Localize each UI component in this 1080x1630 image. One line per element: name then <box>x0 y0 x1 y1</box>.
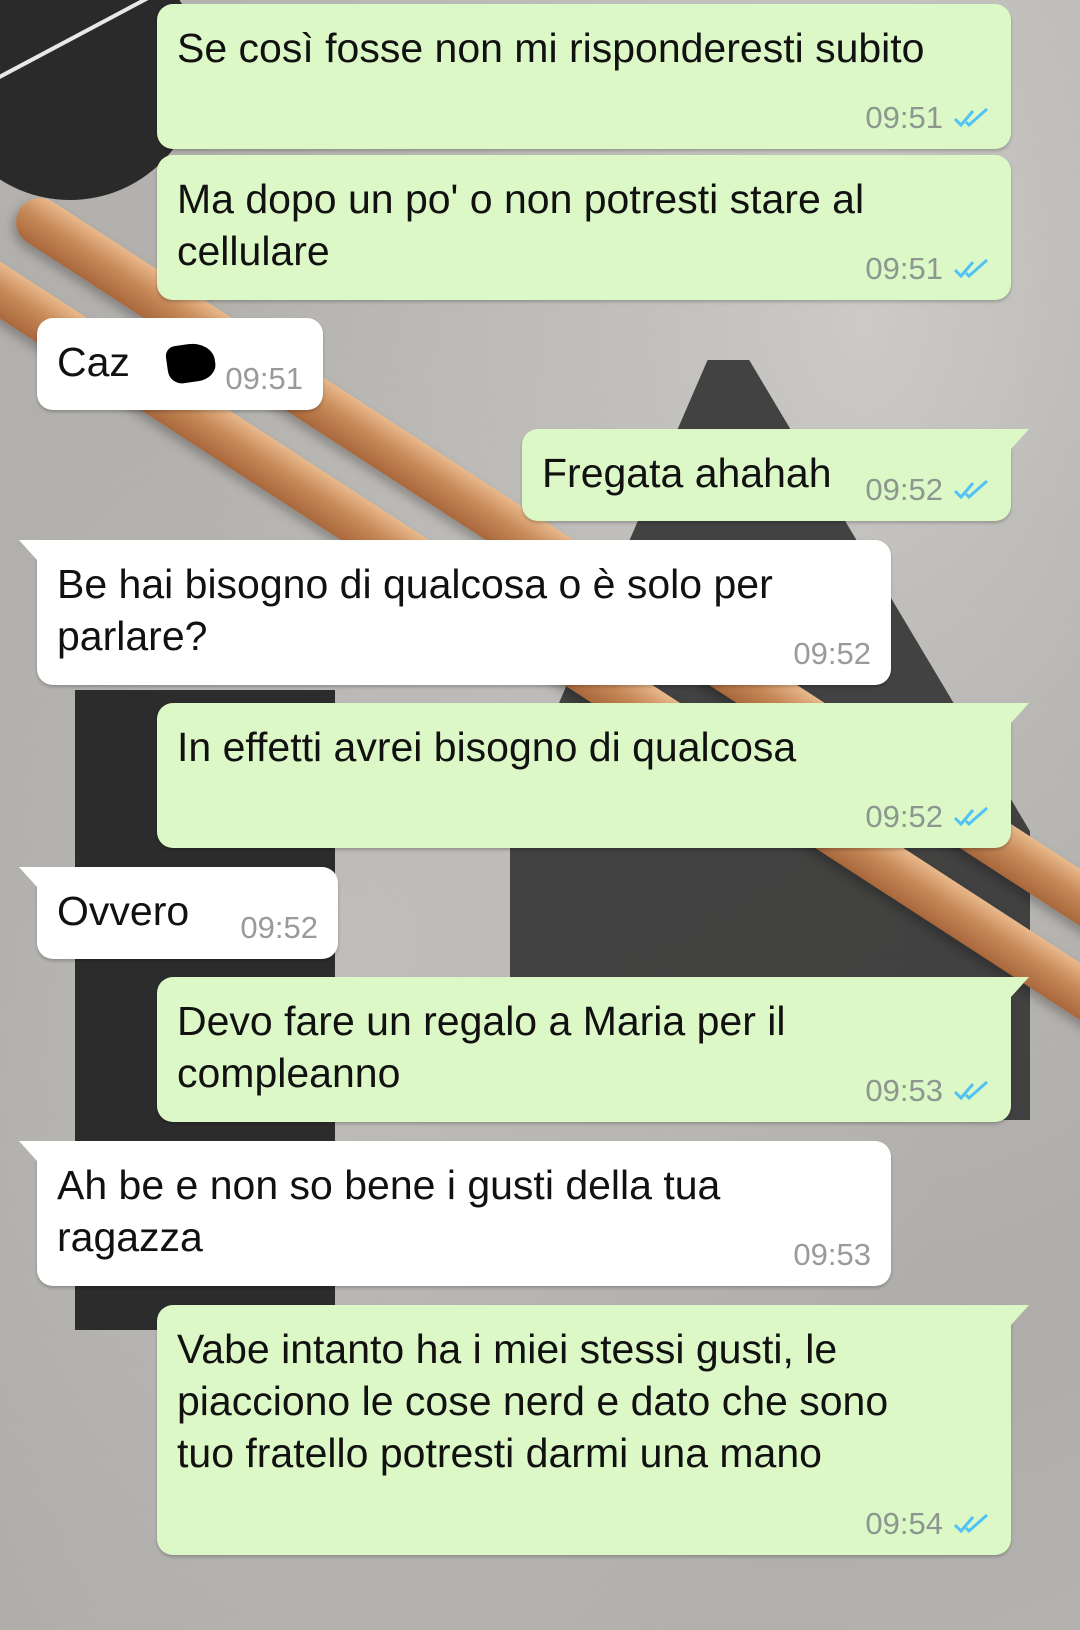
message-bubble-outgoing[interactable]: Se così fosse non mi risponderesti subit… <box>157 4 1011 149</box>
message-time: 09:51 <box>865 251 943 286</box>
message-text: Caz <box>57 339 130 385</box>
message-bubble-outgoing[interactable]: Vabe intanto ha i miei stessi gusti, le … <box>157 1305 1029 1555</box>
message-bubble-incoming[interactable]: Be hai bisogno di qualcosa o è solo per … <box>19 540 891 685</box>
message-meta: 09:52 <box>793 637 871 671</box>
message-text: Be hai bisogno di qualcosa o è solo per … <box>57 561 773 659</box>
message-bubble-outgoing[interactable]: Fregata ahahah 09:52 <box>522 429 1029 521</box>
message-text: Ovvero <box>57 888 190 934</box>
message-meta: 09:52 <box>865 473 991 507</box>
message-time: 09:52 <box>793 636 871 671</box>
message-time: 09:51 <box>865 100 943 135</box>
message-meta: 09:52 <box>865 800 991 834</box>
message-time: 09:53 <box>793 1237 871 1272</box>
read-receipt-icon <box>953 107 988 128</box>
chat-screen[interactable]: Se così fosse non mi risponderesti subit… <box>0 0 1080 1630</box>
read-receipt-icon <box>953 806 988 827</box>
message-text: Devo fare un regalo a Maria per il compl… <box>177 998 786 1096</box>
read-receipt-icon <box>953 1080 988 1101</box>
message-text: Se così fosse non mi risponderesti subit… <box>177 25 925 71</box>
message-bubble-outgoing[interactable]: In effetti avrei bisogno di qualcosa 09:… <box>157 703 1029 848</box>
message-text: Vabe intanto ha i miei stessi gusti, le … <box>177 1326 889 1476</box>
message-bubble-outgoing[interactable]: Devo fare un regalo a Maria per il compl… <box>157 977 1029 1122</box>
message-bubble-incoming[interactable]: Caz 09:51 <box>37 318 323 410</box>
redaction-scribble <box>164 340 218 386</box>
message-meta: 09:51 <box>225 362 303 396</box>
message-time: 09:52 <box>865 472 943 507</box>
message-bubble-outgoing[interactable]: Ma dopo un po' o non potresti stare al c… <box>157 155 1011 300</box>
message-meta: 09:53 <box>865 1074 991 1108</box>
message-time: 09:54 <box>865 1506 943 1541</box>
message-text: Fregata ahahah <box>542 450 832 496</box>
message-meta: 09:52 <box>240 911 318 945</box>
read-receipt-icon <box>953 1513 988 1534</box>
read-receipt-icon <box>953 258 988 279</box>
message-meta: 09:54 <box>865 1507 991 1541</box>
message-time: 09:53 <box>865 1073 943 1108</box>
message-text: Ah be e non so bene i gusti della tua ra… <box>57 1162 721 1260</box>
message-time: 09:51 <box>225 361 303 396</box>
message-meta: 09:51 <box>865 101 991 135</box>
message-bubble-incoming[interactable]: Ovvero 09:52 <box>19 867 338 959</box>
read-receipt-icon <box>953 479 988 500</box>
message-time: 09:52 <box>240 910 318 945</box>
message-text: Ma dopo un po' o non potresti stare al c… <box>177 176 865 274</box>
message-meta: 09:51 <box>865 252 991 286</box>
message-text: In effetti avrei bisogno di qualcosa <box>177 724 797 770</box>
message-time: 09:52 <box>865 799 943 834</box>
message-bubble-incoming[interactable]: Ah be e non so bene i gusti della tua ra… <box>19 1141 891 1286</box>
message-meta: 09:53 <box>793 1238 871 1272</box>
